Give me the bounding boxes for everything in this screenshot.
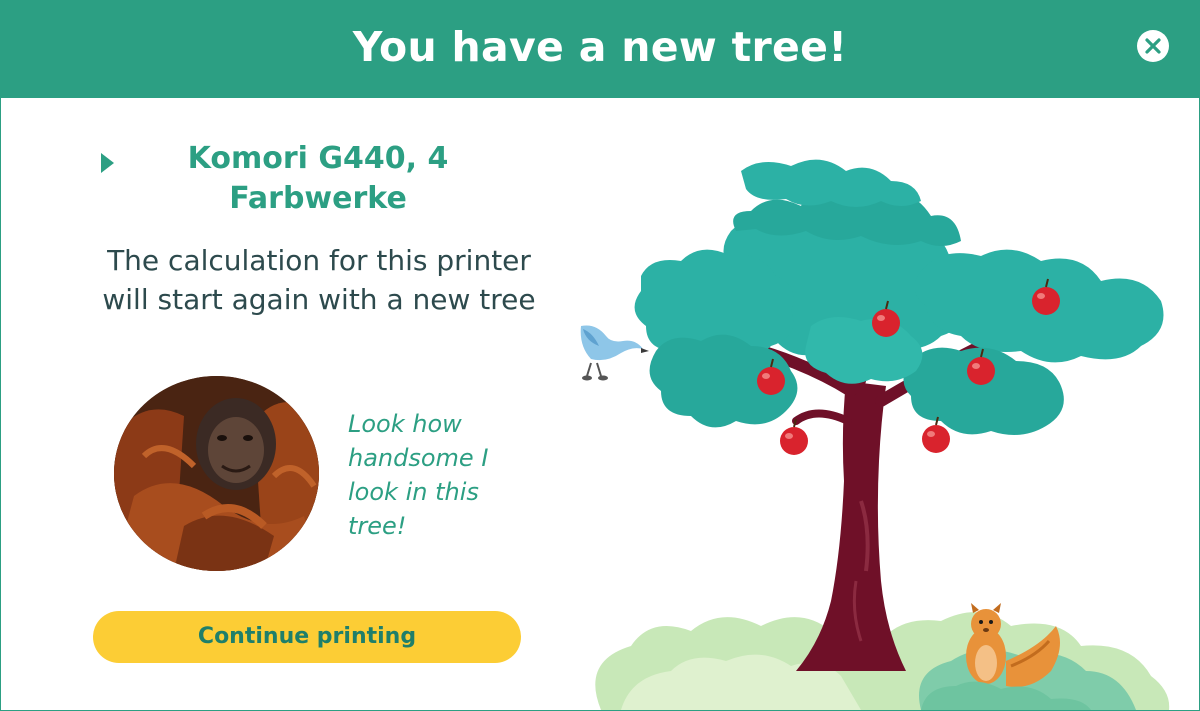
dialog-content: Komori G440, 4 Farbwerke The calculation…	[61, 131, 561, 691]
caret-right-icon[interactable]	[101, 153, 114, 173]
close-button[interactable]	[1137, 30, 1169, 62]
close-icon	[1145, 38, 1161, 54]
mascot-quote: Look how handsome I look in this tree!	[348, 410, 489, 540]
dialog-header: You have a new tree!	[1, 1, 1199, 98]
tree-illustration	[580, 159, 1170, 710]
orangutan-image	[114, 376, 319, 571]
restart-message: The calculation for this printer will st…	[102, 244, 536, 316]
dialog-title: You have a new tree!	[352, 23, 848, 71]
printer-name: Komori G440, 4 Farbwerke	[187, 141, 449, 216]
bird	[580, 325, 649, 381]
continue-printing-button[interactable]: Continue printing	[93, 611, 521, 663]
orangutan-avatar	[114, 376, 319, 571]
new-tree-dialog: You have a new tree! Komori G440, 4 Farb…	[0, 0, 1200, 711]
apple-5	[780, 418, 808, 455]
